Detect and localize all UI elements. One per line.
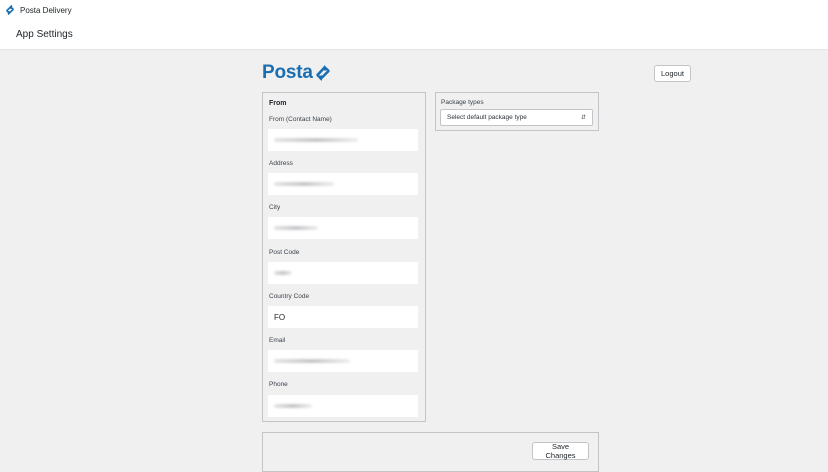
save-panel: Save Changes [262, 432, 599, 472]
top-bar: Posta Delivery [0, 0, 828, 20]
page-title: App Settings [16, 29, 73, 40]
app-name: Posta Delivery [20, 5, 72, 15]
posta-arrows-icon [5, 5, 15, 15]
package-type-select[interactable]: Select default package type ⇵ [440, 109, 593, 126]
redacted-value [274, 359, 350, 363]
phone-label: Phone [269, 381, 288, 388]
redacted-value [274, 182, 334, 186]
phone-field[interactable] [268, 395, 418, 417]
city-label: City [269, 204, 281, 211]
logo-wordmark: Posta [262, 62, 313, 83]
posta-arrows-icon [315, 65, 330, 81]
redacted-value [274, 271, 292, 275]
country-code-label: Country Code [269, 293, 310, 300]
save-changes-button[interactable]: Save Changes [532, 442, 589, 460]
logout-button[interactable]: Logout [654, 65, 691, 82]
contact-name-field[interactable] [268, 129, 418, 151]
redacted-value [274, 226, 318, 230]
contact-name-label: From (Contact Name) [269, 116, 332, 123]
up-down-chevron-icon: ⇵ [580, 114, 586, 121]
package-types-label: Package types [441, 99, 484, 106]
country-code-value: FO [274, 312, 286, 322]
email-field[interactable] [268, 350, 418, 372]
package-type-selected: Select default package type [447, 114, 527, 121]
package-types-panel: Package types Select default package typ… [435, 92, 599, 131]
address-field[interactable] [268, 173, 418, 195]
page-header: App Settings [0, 20, 828, 50]
post-code-field[interactable] [268, 262, 418, 284]
redacted-value [274, 404, 312, 408]
from-heading: From [269, 100, 287, 107]
from-panel: From From (Contact Name) Address City Po… [262, 92, 426, 422]
email-label: Email [269, 337, 286, 344]
redacted-value [274, 138, 358, 142]
post-code-label: Post Code [269, 249, 300, 256]
address-label: Address [269, 160, 293, 167]
city-field[interactable] [268, 217, 418, 239]
posta-logo: Posta [262, 62, 331, 84]
country-code-field[interactable]: FO [268, 306, 418, 328]
